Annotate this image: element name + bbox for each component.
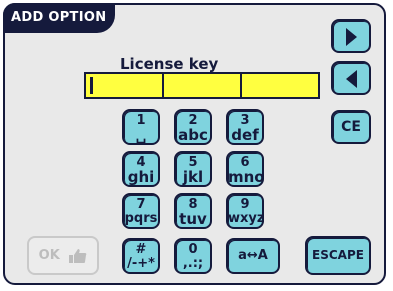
case-toggle-button[interactable]: a↔A <box>226 238 280 274</box>
key-5-letters: jkl <box>182 168 204 186</box>
key-0-symbols: ,.:; <box>182 256 204 271</box>
ce-button[interactable]: CE <box>331 110 371 144</box>
license-key-field-3[interactable] <box>240 72 320 99</box>
key-hash-symbol: # <box>135 242 147 257</box>
previous-button[interactable] <box>331 61 371 95</box>
key-3-letters: def <box>231 126 259 144</box>
key-2-letters: abc <box>178 126 208 144</box>
right-arrow-icon <box>345 28 357 46</box>
ok-button[interactable]: OK <box>27 236 99 275</box>
ok-label: OK <box>38 248 60 263</box>
key-9-letters: wxyz <box>228 211 265 226</box>
keypad-6-button[interactable]: 6 mno <box>226 151 265 187</box>
key-7-digit: 7 <box>136 197 146 212</box>
keypad-hash-button[interactable]: # /-+* <box>122 238 160 274</box>
thumbs-up-icon <box>69 248 87 263</box>
key-7-letters: pqrs <box>124 211 158 226</box>
next-button[interactable] <box>331 19 371 53</box>
key-8-letters: tuv <box>179 210 207 228</box>
keypad-7-button[interactable]: 7 pqrs <box>122 193 160 229</box>
key-1-letters: ␣ <box>135 126 147 144</box>
keypad-1-button[interactable]: 1 ␣ <box>122 109 160 145</box>
key-4-letters: ghi <box>127 168 155 186</box>
keypad-5-button[interactable]: 5 jkl <box>174 151 212 187</box>
license-key-field-2[interactable] <box>162 72 242 99</box>
keypad-9-button[interactable]: 9 wxyz <box>226 193 264 229</box>
key-hash-symbols: /-+* <box>127 256 155 271</box>
keypad-3-button[interactable]: 3 def <box>226 109 264 145</box>
keypad-0-button[interactable]: 0 ,.:; <box>174 238 212 274</box>
text-cursor <box>90 77 93 94</box>
key-0-digit: 0 <box>188 242 198 257</box>
keypad-2-button[interactable]: 2 abc <box>174 109 212 145</box>
left-arrow-icon <box>345 70 357 88</box>
keypad-4-button[interactable]: 4 ghi <box>122 151 160 187</box>
license-key-field-1[interactable] <box>84 72 164 99</box>
escape-button[interactable]: ESCAPE <box>305 236 371 275</box>
key-9-digit: 9 <box>240 197 250 212</box>
license-key-label: License key <box>120 55 219 73</box>
keypad-8-button[interactable]: 8 tuv <box>174 193 212 229</box>
key-6-letters: mno <box>228 168 265 186</box>
page-title: ADD OPTION <box>3 3 115 33</box>
